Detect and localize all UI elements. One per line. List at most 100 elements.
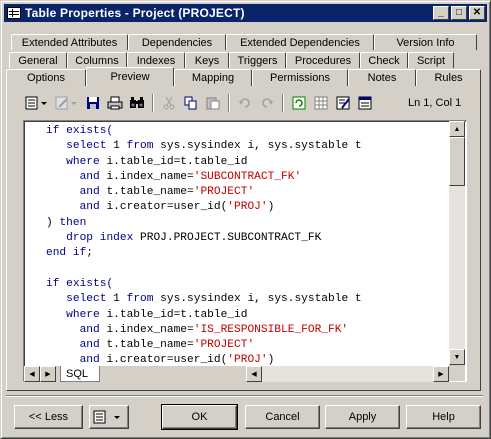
tab-first-button[interactable]: ◀ — [24, 366, 40, 382]
properties-menu-button[interactable] — [22, 93, 52, 113]
save-icon — [87, 97, 99, 109]
first-arrow-icon: ◀ — [29, 371, 35, 378]
edit-menu-button[interactable] — [52, 93, 82, 113]
sql-text: ) — [267, 354, 275, 367]
sql-tab[interactable]: SQL — [60, 366, 100, 382]
sql-keyword: and — [79, 201, 100, 214]
maximize-button[interactable]: □ — [451, 6, 467, 20]
preview-options-button[interactable] — [354, 93, 376, 113]
tab-keys[interactable]: Keys — [185, 52, 229, 68]
print-button[interactable] — [104, 93, 126, 113]
sql-code[interactable]: if exists( select 1 from sys.sysindex i,… — [46, 124, 362, 369]
code-line: and i.index_name='IS_RESPONSIBLE_FOR_FK' — [46, 323, 362, 338]
sql-keyword: and — [79, 323, 100, 336]
sql-text: sys.sysindex i, sys.systable t — [153, 293, 362, 306]
tab-check[interactable]: Check — [360, 52, 408, 68]
scroll-left-button[interactable]: ◀ — [246, 366, 262, 382]
tab-preview[interactable]: Preview — [86, 67, 174, 86]
scroll-down-button[interactable]: ▼ — [449, 349, 465, 365]
edit-properties-button[interactable] — [332, 93, 354, 113]
refresh-button[interactable] — [288, 93, 310, 113]
menu-dropdown-button[interactable] — [89, 405, 129, 429]
code-line: and i.creator=user_id('PROJ') — [46, 200, 362, 215]
sql-text: 1 — [106, 140, 127, 153]
cursor-position-readout: Ln 1, Col 1 — [408, 97, 462, 109]
scrollbar-corner — [449, 365, 465, 381]
undo-button[interactable] — [234, 93, 256, 113]
copy-button[interactable] — [180, 93, 202, 113]
less-button[interactable]: << Less — [14, 405, 83, 429]
sql-text: ) — [46, 216, 60, 229]
close-icon: ✕ — [472, 7, 482, 18]
tab-indexes[interactable]: Indexes — [127, 52, 185, 68]
redo-icon — [262, 98, 273, 108]
tab-dependencies[interactable]: Dependencies — [128, 34, 226, 50]
toolbar-separator — [228, 94, 230, 112]
scroll-right-button[interactable]: ▶ — [433, 366, 449, 382]
tab-options[interactable]: Options — [6, 69, 86, 86]
cancel-button[interactable]: Cancel — [245, 405, 320, 429]
tab-script[interactable]: Script — [408, 52, 454, 68]
up-arrow-icon: ▲ — [453, 125, 461, 133]
tab-notes[interactable]: Notes — [348, 69, 416, 86]
maximize-icon: □ — [455, 7, 463, 18]
code-line: ) then — [46, 216, 362, 231]
menu-dropdown-icon — [93, 410, 120, 424]
tab-extended-attributes[interactable]: Extended Attributes — [11, 34, 128, 50]
properties-menu-icon — [25, 96, 47, 110]
save-button[interactable] — [82, 93, 104, 113]
code-line: end if; — [46, 246, 362, 261]
tab-columns[interactable]: Columns — [67, 52, 127, 68]
sql-keyword: then — [59, 216, 87, 229]
print-icon — [107, 96, 123, 110]
ok-button[interactable]: OK — [161, 404, 238, 430]
vertical-scroll-thumb[interactable] — [449, 137, 465, 186]
help-button[interactable]: Help — [406, 405, 481, 429]
tab-mapping[interactable]: Mapping — [174, 69, 252, 86]
preview-toolbar — [22, 92, 376, 114]
last-arrow-icon: ▶ — [45, 371, 51, 378]
sql-text: ; — [86, 247, 94, 260]
tab-row-2: General Columns Indexes Keys Triggers Pr… — [9, 52, 454, 70]
sql-text: 1 — [106, 293, 127, 306]
tab-rules[interactable]: Rules — [416, 69, 481, 86]
horizontal-scrollbar[interactable] — [262, 366, 435, 382]
redo-button[interactable] — [256, 93, 278, 113]
sql-preview-editor[interactable]: if exists( select 1 from sys.sysindex i,… — [23, 120, 467, 382]
title-bar[interactable]: Table Properties - Project (PROJECT) _ □… — [4, 4, 487, 22]
cut-icon — [163, 96, 175, 110]
tab-version-info[interactable]: Version Info — [374, 34, 477, 50]
sql-string: 'SUBCONTRACT_FK' — [193, 170, 302, 183]
find-button[interactable] — [126, 93, 148, 113]
minimize-button[interactable]: _ — [433, 6, 449, 20]
sql-keyword: and — [79, 339, 100, 352]
code-line: select 1 from sys.sysindex i, sys.systab… — [46, 139, 361, 154]
sql-string: 'IS_RESPONSIBLE_FOR_FK' — [193, 323, 349, 336]
undo-icon — [239, 98, 250, 108]
tab-permissions[interactable]: Permissions — [252, 69, 348, 86]
right-arrow-icon: ▶ — [438, 371, 444, 378]
cut-button[interactable] — [158, 93, 180, 113]
tab-general[interactable]: General — [9, 52, 67, 68]
refresh-icon — [292, 96, 306, 110]
close-button[interactable]: ✕ — [469, 6, 485, 20]
sql-keyword: select — [66, 293, 107, 306]
paste-button[interactable] — [202, 93, 224, 113]
divider — [6, 395, 483, 397]
tab-triggers[interactable]: Triggers — [229, 52, 286, 68]
tab-extended-dependencies[interactable]: Extended Dependencies — [226, 34, 374, 50]
vertical-scrollbar[interactable]: ▲ ▼ — [449, 121, 465, 365]
sql-keyword: where — [66, 308, 100, 321]
scroll-up-button[interactable]: ▲ — [449, 121, 465, 137]
table-button[interactable] — [310, 93, 332, 113]
tab-procedures[interactable]: Procedures — [286, 52, 360, 68]
apply-button[interactable]: Apply — [325, 405, 400, 429]
tab-last-button[interactable]: ▶ — [40, 366, 56, 382]
